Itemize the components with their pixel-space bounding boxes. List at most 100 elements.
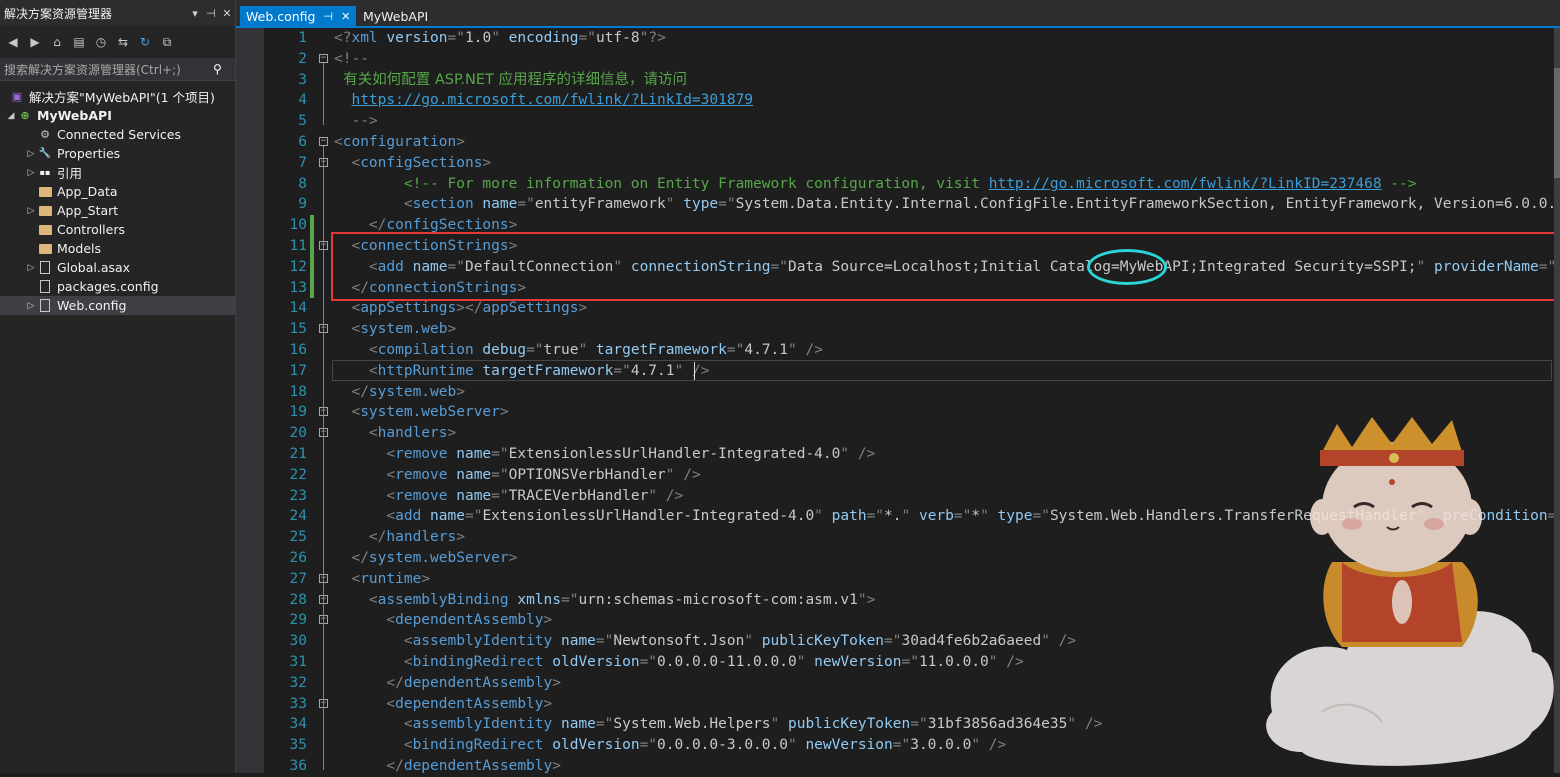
code-token: 0.0.0.0-11.0.0.0 (657, 654, 797, 670)
code-token: xmlns (508, 591, 561, 608)
code-token: " (840, 446, 850, 462)
code-text: <!-- (334, 49, 369, 70)
code-token: =" (491, 487, 509, 504)
close-icon[interactable]: ✕ (341, 10, 350, 23)
code-line[interactable]: 9 <section name="entityFramework" type="… (264, 194, 1560, 215)
tree-item[interactable]: App_Data (0, 182, 235, 201)
line-number: 2 (298, 50, 307, 67)
code-line[interactable]: 18 </system.web> (264, 382, 1560, 403)
code-token: true (543, 342, 579, 358)
code-token: < (334, 466, 396, 483)
code-line[interactable]: 16 <compilation debug="true" targetFrame… (264, 340, 1560, 361)
code-token: =" (718, 196, 736, 213)
dropdown-icon[interactable]: ▾ (187, 7, 203, 20)
code-line[interactable]: 6 − <configuration> (264, 132, 1560, 153)
pin-icon[interactable]: ⊣ (203, 7, 219, 20)
code-line[interactable]: 7− <configSections> (264, 153, 1560, 174)
switch-views-icon[interactable]: ▤ (70, 33, 88, 51)
history-icon[interactable]: ◷ (92, 33, 110, 51)
expand-arrow-icon[interactable]: ◢ (4, 111, 18, 121)
sync-icon[interactable]: ⇆ (114, 33, 132, 51)
fold-guide (323, 250, 324, 292)
code-token: configSections (386, 217, 509, 234)
tree-item[interactable]: ▷ Web.config (0, 296, 235, 315)
code-token: ExtensionlessUrlHandler-Integrated-4.0 (482, 508, 815, 525)
code-token: < (334, 695, 396, 712)
search-input[interactable]: 搜索解决方案资源管理器(Ctrl+;) (4, 61, 181, 78)
tree-item[interactable]: ⚙ Connected Services (0, 125, 235, 144)
code-token: =" (910, 716, 928, 733)
line-number: 8 (298, 175, 307, 192)
code-token: type (988, 508, 1033, 525)
code-token: < (334, 591, 378, 608)
search-icon[interactable]: ⚲ (213, 62, 235, 76)
code-token: remove (395, 446, 448, 462)
code-token: 0.0.0.0-3.0.0.0 (657, 737, 788, 754)
collapse-icon[interactable]: − (319, 137, 328, 146)
tree-item[interactable]: ▷ Global.asax (0, 258, 235, 277)
code-token: > (499, 404, 509, 421)
collapse-icon[interactable]: − (319, 53, 328, 63)
expand-arrow-icon[interactable]: ▷ (24, 206, 38, 216)
code-line[interactable]: 5 --> (264, 111, 1560, 132)
code-line[interactable]: 3 有关如何配置 ASP.NET 应用程序的详细信息，请访问 (264, 70, 1560, 91)
line-number: 33 (289, 695, 307, 712)
code-token: --> (1381, 175, 1417, 192)
tab-mywebapi[interactable]: MyWebAPI (357, 6, 434, 26)
code-text: <assemblyIdentity name="Newtonsoft.Json"… (334, 631, 1076, 652)
tree-item[interactable]: ▷ ▪▪ 引用 (0, 163, 235, 182)
code-token: =" (517, 196, 535, 213)
file-icon (38, 261, 52, 275)
code-token: </ (334, 758, 404, 774)
code-line[interactable]: 2 − <!-- (264, 49, 1560, 70)
code-token: ></ (456, 300, 483, 317)
expand-arrow-icon[interactable]: ▷ (24, 149, 38, 159)
close-icon[interactable]: ✕ (219, 7, 235, 20)
references-icon: ▪▪ (39, 168, 51, 177)
expand-arrow-icon[interactable]: ▷ (24, 301, 38, 311)
tree-item-label: Web.config (57, 298, 127, 313)
code-token: < (334, 425, 378, 442)
tree-item[interactable]: ▷ 🔧 Properties (0, 144, 235, 163)
tree-item[interactable]: Controllers (0, 220, 235, 239)
code-token: runtime (360, 570, 422, 587)
code-line[interactable]: 15− <system.web> (264, 319, 1560, 340)
search-box[interactable]: 搜索解决方案资源管理器(Ctrl+;) ⚲ (0, 58, 235, 81)
refresh-icon[interactable]: ↻ (136, 33, 154, 51)
tree-item[interactable]: packages.config (0, 277, 235, 296)
tree-item[interactable]: ▷ App_Start (0, 201, 235, 220)
code-token: =" (639, 737, 658, 754)
project-label: MyWebAPI (37, 108, 112, 123)
code-line[interactable]: 14 <appSettings></appSettings> (264, 298, 1560, 319)
back-icon[interactable]: ◀ (4, 33, 22, 51)
solution-node[interactable]: ▣ 解决方案"MyWebAPI"(1 个项目) (0, 87, 235, 106)
line-number: 20 (289, 425, 307, 442)
code-text: <remove name="TRACEVerbHandler" /> (334, 486, 683, 507)
code-line[interactable]: 1 <?xml version="1.0" encoding="utf-8"?> (264, 28, 1560, 49)
code-token: =" (526, 342, 544, 358)
line-number: 3 (298, 71, 307, 88)
code-token: handlers (386, 529, 457, 546)
scrollbar-thumb[interactable] (1554, 68, 1560, 178)
code-text: <section name="entityFramework" type="Sy… (334, 194, 1560, 215)
code-token: configuration (342, 134, 457, 150)
line-number: 26 (289, 550, 307, 566)
code-text: <assemblyIdentity name="System.Web.Helpe… (334, 714, 1102, 735)
forward-icon[interactable]: ▶ (26, 33, 44, 51)
pin-icon[interactable]: ⊣ (323, 10, 333, 23)
tab-web-config[interactable]: Web.config ⊣ ✕ (240, 6, 357, 26)
home-icon[interactable]: ⌂ (48, 33, 66, 51)
project-node[interactable]: ◢ ⊕ MyWebAPI (0, 106, 235, 125)
expand-arrow-icon[interactable]: ▷ (24, 168, 38, 178)
code-token: < (334, 404, 361, 421)
collapse-all-icon[interactable]: ⧉ (158, 33, 176, 51)
code-line[interactable]: 4 https://go.microsoft.com/fwlink/?LinkI… (264, 90, 1560, 111)
code-token: =" (595, 716, 614, 733)
file-icon (38, 299, 52, 313)
code-token: =" (595, 633, 614, 650)
expand-arrow-icon[interactable]: ▷ (24, 263, 38, 273)
code-token: < (334, 716, 413, 733)
code-line[interactable]: 8 <!-- For more information on Entity Fr… (264, 174, 1560, 195)
tree-item[interactable]: Models (0, 239, 235, 258)
